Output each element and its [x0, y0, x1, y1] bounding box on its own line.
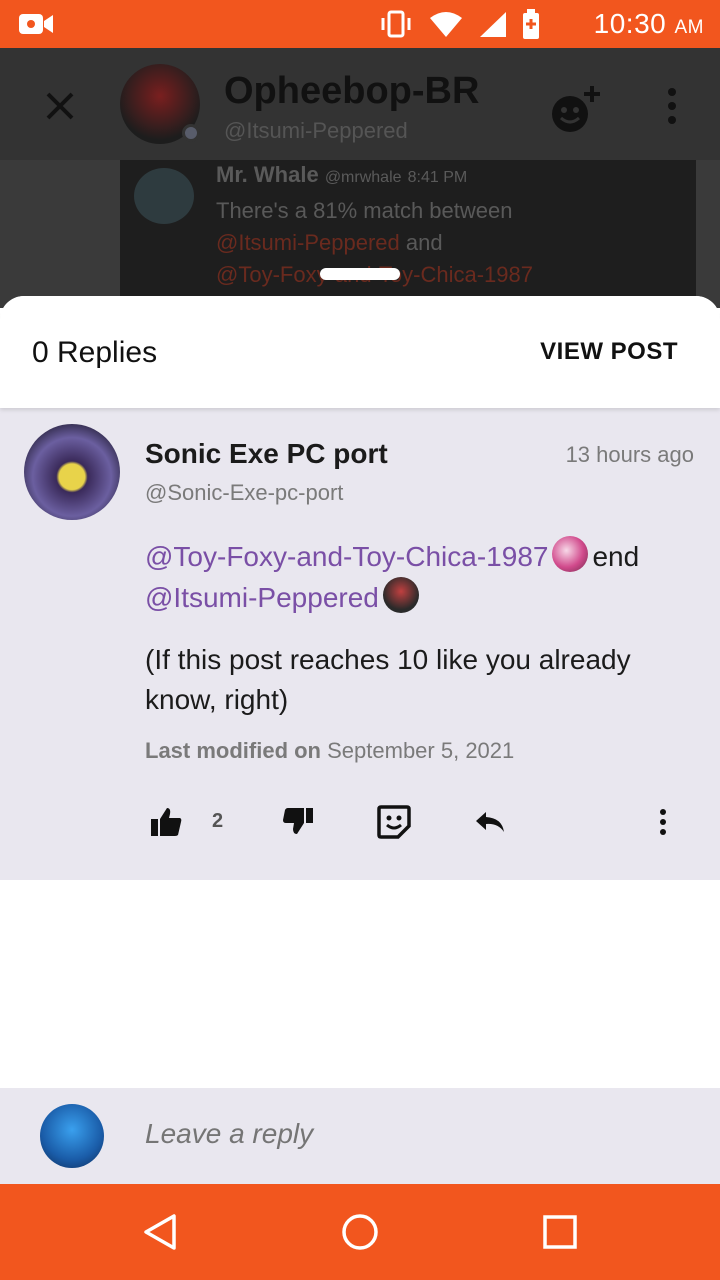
message-author-handle: @mrwhale: [324, 169, 402, 186]
chat-title: Opheebop-BR: [224, 70, 480, 112]
battery-icon: [523, 9, 539, 39]
more-options-icon[interactable]: [664, 86, 680, 126]
comment-time: 13 hours ago: [565, 442, 694, 467]
message-text: and: [405, 230, 443, 255]
back-icon[interactable]: [140, 1212, 180, 1252]
message-author: Mr. Whale @mrwhale 8:41 PM: [216, 162, 467, 188]
system-nav-bar: [0, 1184, 720, 1280]
thumbs-up-icon[interactable]: [148, 804, 184, 840]
vibrate-icon: [381, 10, 411, 38]
message-mention: @Itsumi-Peppered: [216, 230, 400, 255]
chat-handle: @Itsumi-Peppered: [224, 118, 408, 143]
current-user-avatar: [40, 1104, 104, 1168]
author-avatar[interactable]: [24, 424, 120, 520]
like-count: 2: [212, 810, 224, 832]
mention-avatar: [552, 536, 589, 572]
chat-avatar[interactable]: [120, 64, 200, 144]
chat-header: Opheebop-BR @Itsumi-Peppered: [0, 48, 720, 160]
wifi-icon: [430, 12, 462, 37]
more-options-icon[interactable]: [654, 804, 672, 840]
replies-sheet: 0 Replies VIEW POST Sonic Exe PC port 13…: [0, 296, 720, 1184]
modified-label: Last modified on: [145, 738, 321, 763]
chat-message-bubble: Mr. Whale @mrwhale 8:41 PM There's a 81%…: [120, 160, 696, 308]
mention-avatar: [382, 577, 419, 613]
add-member-icon[interactable]: [548, 84, 602, 138]
signal-icon: [480, 12, 506, 37]
status-bar: 10:30 AM: [0, 0, 720, 48]
presence-indicator: [182, 124, 200, 142]
author-handle: @Sonic-Exe-pc-port: [145, 480, 344, 505]
replies-count: 0 Replies: [32, 336, 158, 369]
message-time: 8:41 PM: [407, 169, 468, 186]
close-icon[interactable]: [40, 86, 80, 126]
modified-date: September 5, 2021: [327, 738, 515, 763]
message-avatar: [134, 168, 194, 224]
clock-time: 10:30: [593, 8, 667, 39]
sticker-icon[interactable]: [376, 804, 412, 840]
comment-text: (If this post reaches 10 like you alread…: [145, 644, 631, 715]
clock: 10:30 AM: [594, 8, 704, 40]
comment-card: Sonic Exe PC port 13 hours ago @Sonic-Ex…: [0, 408, 720, 880]
status-icons: [378, 9, 540, 39]
mention-link[interactable]: @Toy-Foxy-and-Toy-Chica-1987: [145, 541, 548, 572]
sheet-drag-handle[interactable]: [320, 268, 400, 280]
recents-icon[interactable]: [540, 1212, 580, 1252]
author-name[interactable]: Sonic Exe PC port: [145, 438, 388, 470]
message-line: There's a 81% match between: [216, 198, 513, 223]
reply-bar: [0, 1088, 720, 1184]
message-line: @Itsumi-Peppered and: [216, 230, 443, 256]
reply-input[interactable]: [145, 1118, 665, 1150]
sheet-header: 0 Replies VIEW POST: [0, 296, 720, 408]
view-post-button[interactable]: VIEW POST: [540, 338, 678, 366]
comment-mentions: @Toy-Foxy-and-Toy-Chica-1987 end @Itsumi-…: [145, 536, 705, 618]
thumbs-down-icon[interactable]: [280, 804, 316, 840]
mention-link[interactable]: @Itsumi-Peppered: [145, 582, 379, 613]
clock-ampm: AM: [674, 17, 704, 38]
home-icon[interactable]: [340, 1212, 380, 1252]
comment-actions: 2: [0, 800, 720, 848]
last-modified: Last modified on September 5, 2021: [145, 738, 514, 764]
message-author-name: Mr. Whale: [216, 162, 319, 187]
video-camera-icon: [19, 14, 53, 34]
reply-icon[interactable]: [472, 804, 508, 840]
connector-text: end: [592, 541, 640, 572]
